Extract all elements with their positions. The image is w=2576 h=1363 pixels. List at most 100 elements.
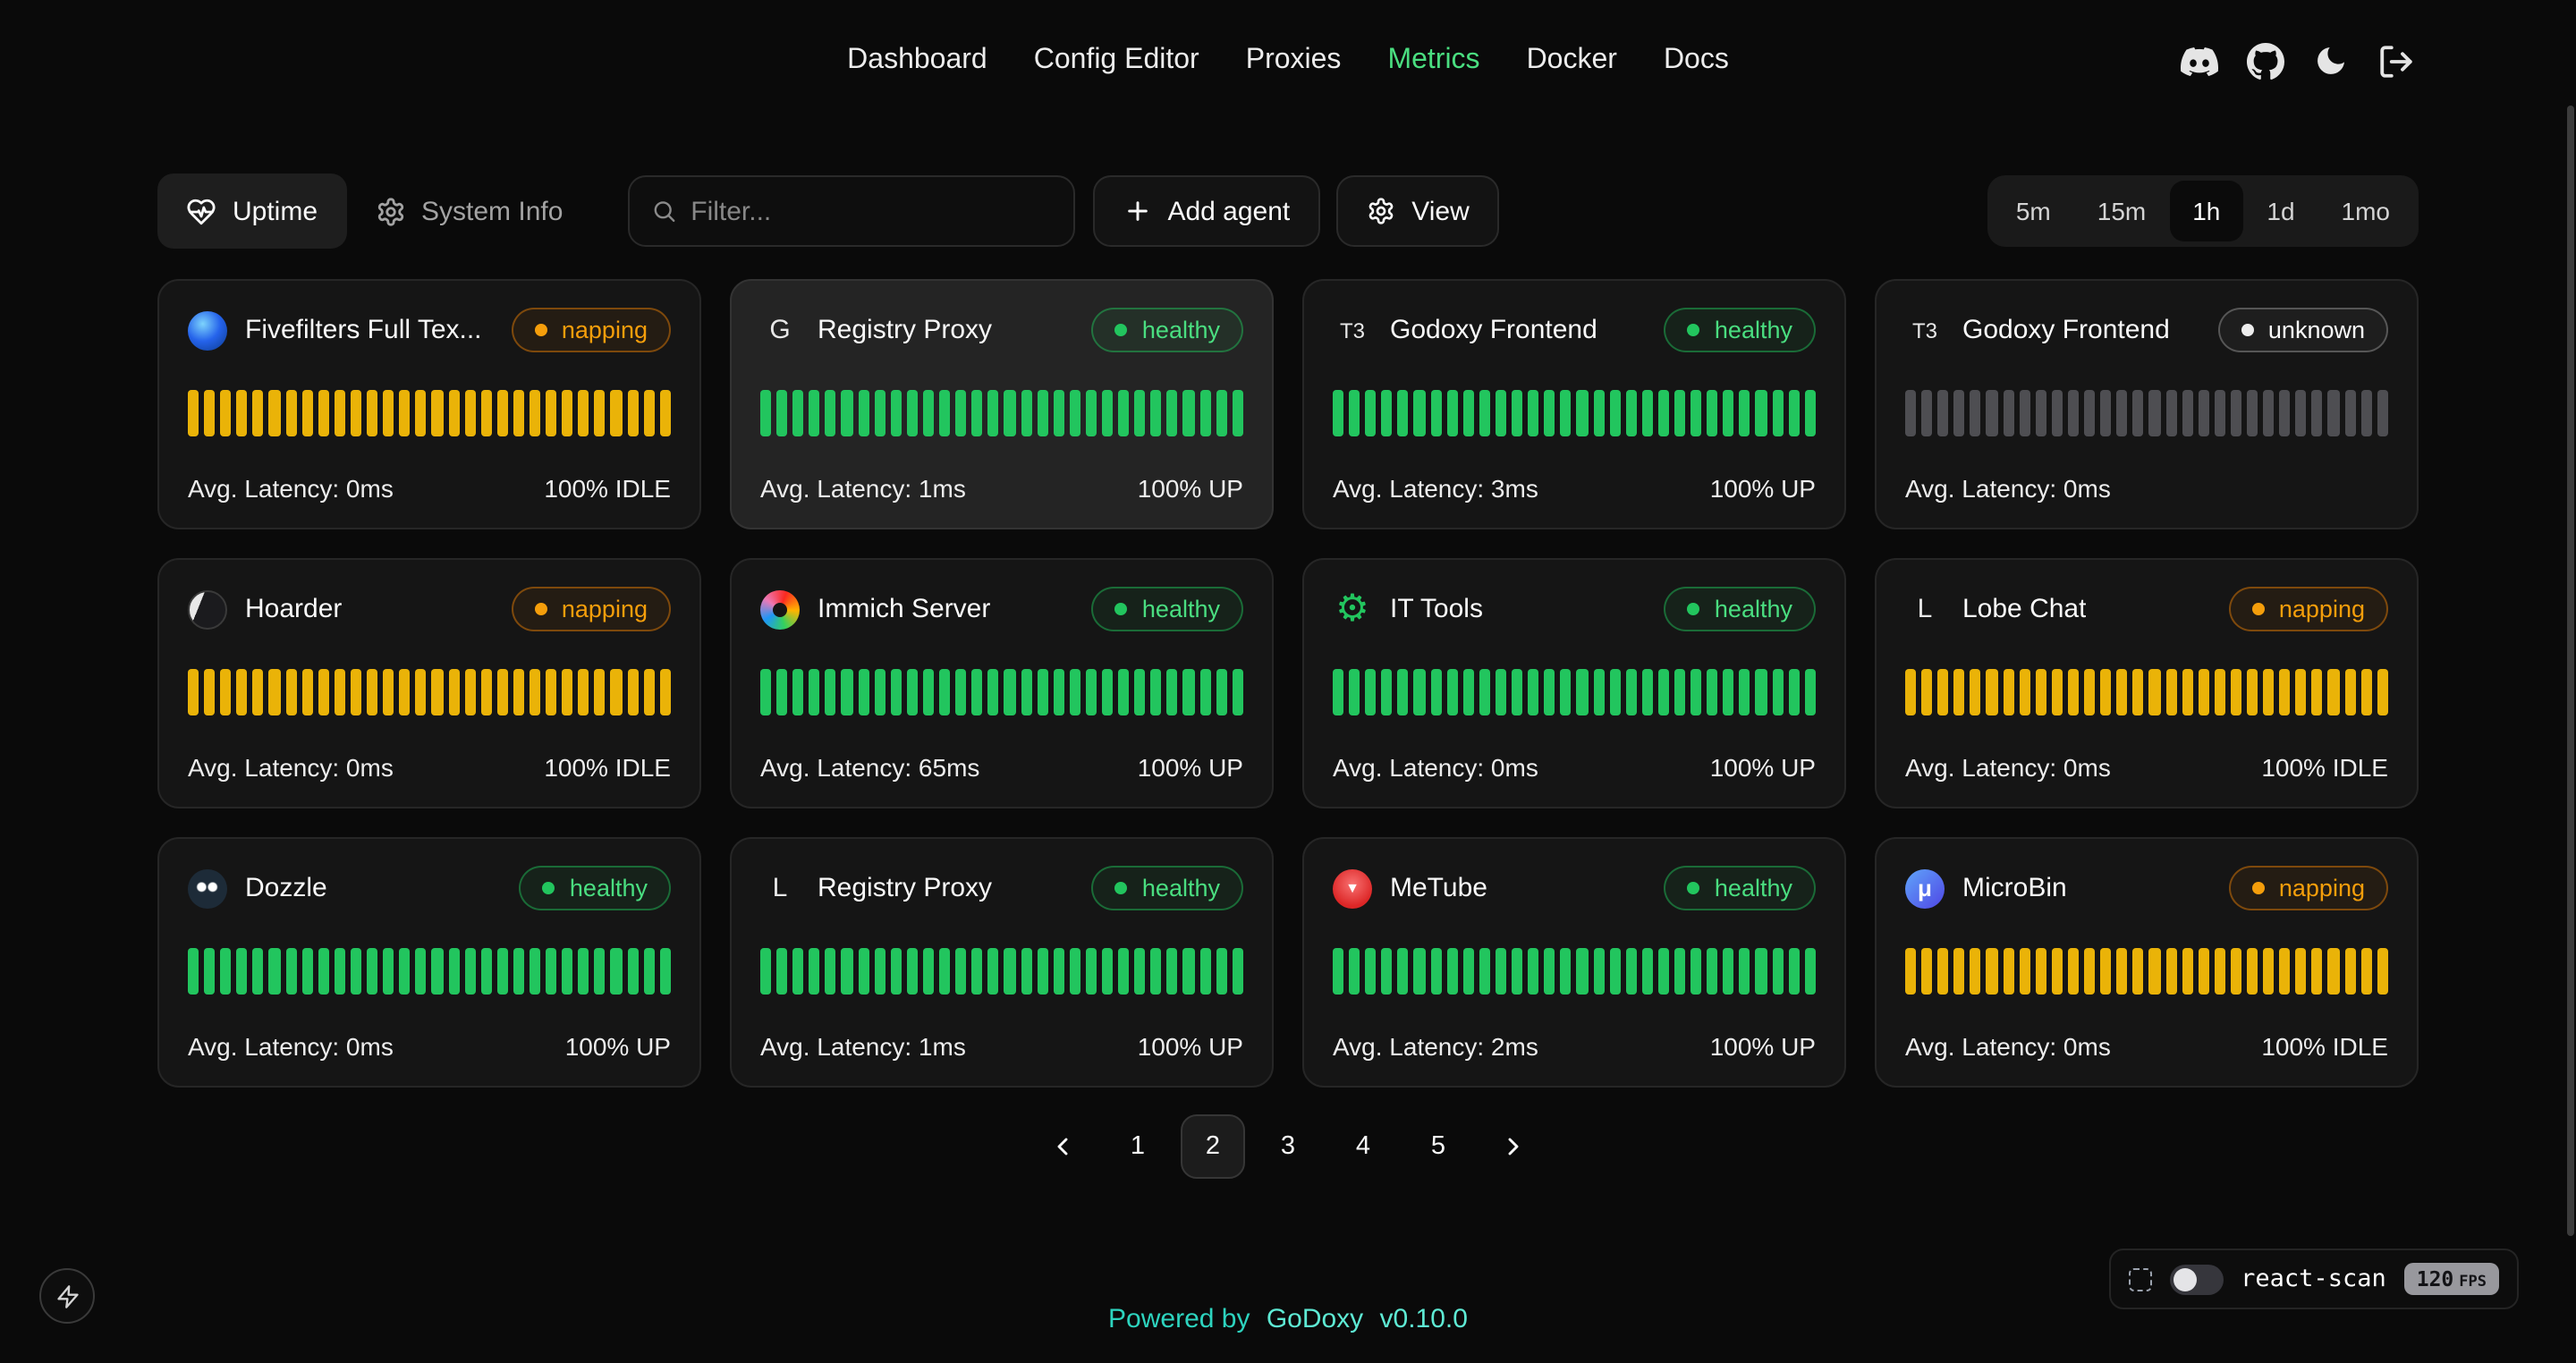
uptime-bar [432,948,443,995]
view-button[interactable]: View [1336,175,1500,247]
uptime-percent-label: 100% IDLE [544,474,671,503]
uptime-bar [955,948,966,995]
status-badge: healthy [1092,308,1243,352]
ittools-icon [1333,589,1372,629]
uptime-bar [2116,669,2127,715]
uptime-bar [480,390,491,436]
service-card-registry-proxy[interactable]: LRegistry ProxyhealthyAvg. Latency: 1ms1… [730,837,1274,1088]
react-scan-toggle[interactable] [2169,1264,2223,1294]
nav-item-dashboard[interactable]: Dashboard [847,45,987,77]
uptime-bar [1070,669,1080,715]
service-card-immich-server[interactable]: Immich ServerhealthyAvg. Latency: 65ms10… [730,558,1274,808]
uptime-bar [1167,669,1178,715]
time-range-1h[interactable]: 1h [2169,181,2243,241]
page-button-3[interactable]: 3 [1256,1114,1320,1179]
uptime-bar [1430,390,1441,436]
uptime-bar [1954,669,1965,715]
time-range-1mo[interactable]: 1mo [2318,181,2413,241]
discord-link[interactable] [2181,42,2218,80]
next-page-button[interactable] [1481,1114,1546,1179]
uptime-bar [432,669,443,715]
time-range-15m[interactable]: 15m [2074,181,2169,241]
scrollbar[interactable] [2565,0,2576,1363]
service-card-microbin[interactable]: MicroBinnappingAvg. Latency: 0ms100% IDL… [1875,837,2419,1088]
uptime-bar [1642,669,1653,715]
uptime-bar [1937,669,1948,715]
service-card-metube[interactable]: MeTubehealthyAvg. Latency: 2ms100% UP [1302,837,1846,1088]
nav-item-metrics[interactable]: Metrics [1387,45,1479,77]
scrollbar-thumb[interactable] [2567,106,2574,1236]
react-scan-toolbar: react-scan 120 FPS [2108,1249,2519,1309]
uptime-bar [2084,669,2095,715]
uptime-bar [464,669,475,715]
service-card-registry-proxy[interactable]: GRegistry ProxyhealthyAvg. Latency: 1ms1… [730,279,1274,529]
add-agent-button[interactable]: Add agent [1092,175,1320,247]
service-card-fivefilters-full-tex[interactable]: Fivefilters Full Tex...nappingAvg. Laten… [157,279,701,529]
uptime-bar [318,390,329,436]
nav-item-docs[interactable]: Docs [1664,45,1729,77]
uptime-bar [792,669,803,715]
github-link[interactable] [2247,42,2284,80]
immich-icon [760,589,800,629]
uptime-bar [1151,390,1162,436]
uptime-bar [1398,669,1409,715]
uptime-bar [2003,669,2013,715]
tab-system-info[interactable]: System Info [346,174,591,249]
uptime-bar [2328,948,2339,995]
uptime-bar [480,948,491,995]
uptime-bar [253,669,264,715]
uptime-bar [792,948,803,995]
uptime-bar [318,948,329,995]
service-name: Registry Proxy [818,873,992,903]
service-card-godoxy-frontend[interactable]: T3Godoxy FrontendhealthyAvg. Latency: 3m… [1302,279,1846,529]
service-card-lobe-chat[interactable]: LLobe ChatnappingAvg. Latency: 0ms100% I… [1875,558,2419,808]
status-label: healthy [1142,317,1220,343]
microbin-icon [1905,868,1945,908]
inspect-icon[interactable] [2128,1267,2151,1291]
uptime-bar [2263,390,2274,436]
nav-item-proxies[interactable]: Proxies [1246,45,1342,77]
uptime-bar [1183,390,1194,436]
prev-page-button[interactable] [1030,1114,1095,1179]
page-button-4[interactable]: 4 [1331,1114,1395,1179]
time-range-1d[interactable]: 1d [2243,181,2318,241]
uptime-bar [2036,948,2046,995]
uptime-bar [2215,669,2225,715]
logout-button[interactable] [2377,42,2415,80]
dark-mode-toggle[interactable] [2313,43,2349,79]
uptime-bar [2198,948,2208,995]
uptime-bar [1577,390,1588,436]
nav-item-config-editor[interactable]: Config Editor [1034,45,1199,77]
service-card-godoxy-frontend[interactable]: T3Godoxy FrontendunknownAvg. Latency: 0m… [1875,279,2419,529]
uptime-bar [1102,948,1113,995]
uptime-bar [269,948,280,995]
latency-label: Avg. Latency: 0ms [1905,753,2111,782]
service-card-dozzle[interactable]: DozzlehealthyAvg. Latency: 0ms100% UP [157,837,701,1088]
service-card-it-tools[interactable]: IT ToolshealthyAvg. Latency: 0ms100% UP [1302,558,1846,808]
page-button-2[interactable]: 2 [1181,1114,1245,1179]
uptime-bar [939,948,950,995]
service-card-hoarder[interactable]: HoardernappingAvg. Latency: 0ms100% IDLE [157,558,701,808]
nav-item-docker[interactable]: Docker [1527,45,1617,77]
uptime-bar [1921,948,1932,995]
uptime-bar [2296,948,2307,995]
status-dot [1115,882,1128,894]
uptime-bar [1724,948,1734,995]
page-button-1[interactable]: 1 [1106,1114,1170,1179]
uptime-bar [1333,669,1343,715]
godoxy-link[interactable]: GoDoxy [1267,1304,1363,1334]
uptime-bar [1349,669,1360,715]
filter-input[interactable] [691,196,1051,226]
time-range-5m[interactable]: 5m [1993,181,2074,241]
uptime-bar [1625,390,1636,436]
uptime-bar [2296,390,2307,436]
tab-uptime[interactable]: Uptime [157,174,346,249]
version-link[interactable]: v0.10.0 [1380,1304,1468,1334]
uptime-bar [858,390,869,436]
page-button-5[interactable]: 5 [1406,1114,1470,1179]
filter-box [627,175,1074,247]
uptime-bar [335,390,345,436]
uptime-bar [1593,669,1604,715]
add-agent-label: Add agent [1167,196,1290,226]
uptime-bar [2068,669,2079,715]
